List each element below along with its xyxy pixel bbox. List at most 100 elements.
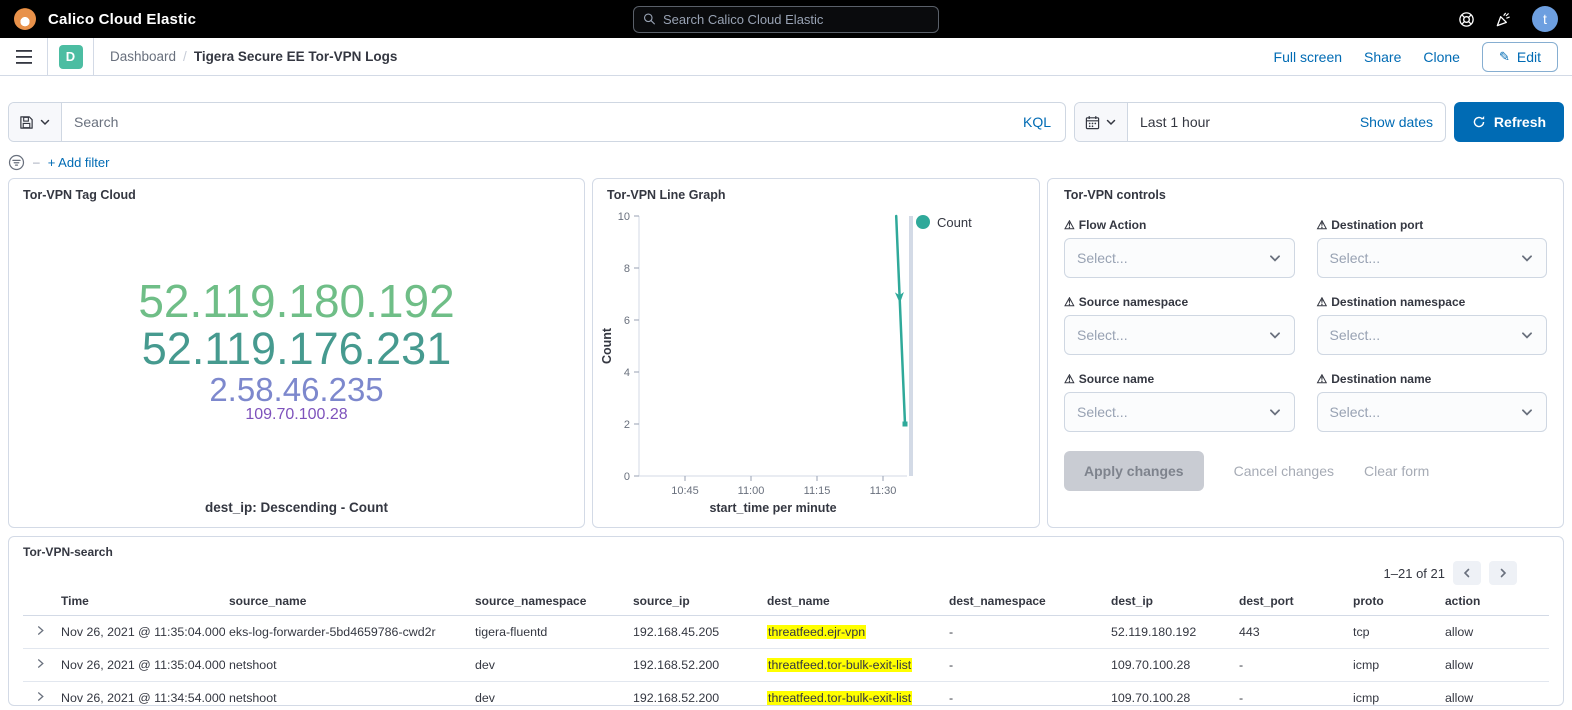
column-header: action	[1441, 589, 1549, 616]
line-graph-panel-title: Tor-VPN Line Graph	[593, 179, 1039, 202]
control-select[interactable]: Select...	[1064, 238, 1295, 278]
dashboard-badge[interactable]: D	[59, 45, 83, 69]
menu-toggle-button[interactable]	[0, 38, 48, 75]
tag-word[interactable]: 52.119.180.192	[138, 278, 454, 326]
warning-icon: ⚠	[1317, 295, 1328, 309]
clear-form-button[interactable]: Clear form	[1364, 463, 1429, 479]
saved-query-menu-button[interactable]	[9, 103, 62, 141]
expand-row-button[interactable]	[23, 649, 57, 682]
control-field: ⚠Flow Action Select...	[1064, 218, 1295, 278]
control-select[interactable]: Select...	[1064, 392, 1295, 432]
table-cell: dev	[471, 682, 629, 707]
add-filter-link[interactable]: + Add filter	[48, 155, 110, 170]
expand-row-button[interactable]	[23, 616, 57, 649]
top-header: Calico Cloud Elastic t	[0, 0, 1572, 38]
table-row: Nov 26, 2021 @ 11:35:04.000netshootdev19…	[23, 649, 1549, 682]
tag-word[interactable]: 109.70.100.28	[245, 407, 347, 424]
table-cell: -	[945, 649, 1107, 682]
clone-link[interactable]: Clone	[1423, 49, 1460, 65]
control-select[interactable]: Select...	[1317, 315, 1548, 355]
warning-icon: ⚠	[1064, 372, 1075, 386]
calico-logo	[14, 8, 36, 30]
control-field: ⚠Source nameSelect...	[1064, 372, 1295, 432]
column-header: dest_port	[1235, 589, 1349, 616]
control-field: ⚠Destination nameSelect...	[1317, 372, 1548, 432]
tag-cloud-panel-title: Tor-VPN Tag Cloud	[9, 179, 584, 202]
global-search-input[interactable]	[663, 12, 929, 27]
svg-text:11:00: 11:00	[738, 485, 765, 497]
show-dates-link[interactable]: Show dates	[1348, 114, 1445, 130]
search-icon	[643, 12, 656, 26]
help-button[interactable]	[1458, 11, 1475, 28]
next-page-button[interactable]	[1489, 561, 1517, 585]
date-quick-menu-button[interactable]	[1075, 103, 1128, 141]
control-field-label: ⚠Flow Action	[1064, 218, 1295, 232]
controls-grid: ⚠Flow ActionSelect...⚠Destination portSe…	[1064, 218, 1547, 432]
control-field: ⚠Destination namespaceSelect...	[1317, 295, 1548, 355]
edit-button[interactable]: ✎ Edit	[1482, 42, 1558, 72]
svg-text:4: 4	[624, 367, 630, 379]
tag-word[interactable]: 2.58.46.235	[209, 373, 383, 407]
cancel-changes-button[interactable]: Cancel changes	[1234, 463, 1334, 479]
column-header: dest_namespace	[945, 589, 1107, 616]
table-cell: 443	[1235, 616, 1349, 649]
line-graph-panel: Tor-VPN Line Graph 024681010:4511:0011:1…	[592, 178, 1040, 528]
warning-icon: ⚠	[1317, 372, 1328, 386]
table-cell: netshoot	[225, 682, 471, 707]
svg-text:10:45: 10:45	[671, 485, 699, 497]
breadcrumb-separator: /	[183, 49, 187, 64]
svg-text:11:30: 11:30	[870, 485, 897, 497]
chevron-down-icon	[1268, 328, 1282, 342]
full-screen-link[interactable]: Full screen	[1274, 49, 1342, 65]
svg-text:6: 6	[624, 315, 630, 327]
share-link[interactable]: Share	[1364, 49, 1401, 65]
control-select[interactable]: Select...	[1064, 315, 1295, 355]
pagination-label: 1–21 of 21	[1384, 566, 1445, 581]
breadcrumb-dashboard-link[interactable]: Dashboard	[110, 49, 176, 64]
pencil-icon: ✎	[1499, 49, 1510, 65]
query-bar-area: KQL Last 1 hour Show dates Refresh – + A…	[0, 76, 1572, 173]
date-picker: Last 1 hour Show dates	[1074, 102, 1446, 142]
prev-page-button[interactable]	[1453, 561, 1481, 585]
newsfeed-button[interactable]	[1495, 11, 1512, 28]
column-header: source_name	[225, 589, 471, 616]
control-select[interactable]: Select...	[1317, 392, 1548, 432]
query-language-button[interactable]: KQL	[1009, 114, 1065, 130]
highlighted-value: threatfeed.ejr-vpn	[767, 625, 866, 639]
chevron-left-icon	[1461, 567, 1473, 579]
refresh-icon	[1472, 115, 1486, 129]
legend-item-count[interactable]: Count	[916, 215, 972, 230]
chevron-down-icon	[1268, 405, 1282, 419]
chevron-down-icon	[1520, 405, 1534, 419]
chevron-down-icon	[39, 116, 51, 128]
column-header: Time	[57, 589, 225, 616]
time-range-value[interactable]: Last 1 hour	[1128, 114, 1222, 130]
table-cell: -	[1235, 649, 1349, 682]
table-cell: icmp	[1349, 682, 1441, 707]
tag-word[interactable]: 52.119.176.231	[142, 326, 451, 373]
chevron-right-icon	[35, 691, 46, 702]
global-search-box[interactable]	[633, 6, 939, 33]
control-select[interactable]: Select...	[1317, 238, 1548, 278]
control-field-label: ⚠Source namespace	[1064, 295, 1295, 309]
svg-text:start_time per minute: start_time per minute	[709, 501, 836, 515]
tag-cloud-caption: dest_ip: Descending - Count	[9, 500, 584, 527]
table-cell: 109.70.100.28	[1107, 649, 1235, 682]
expand-row-button[interactable]	[23, 682, 57, 707]
refresh-button[interactable]: Refresh	[1454, 102, 1564, 142]
query-search-input[interactable]	[62, 114, 1009, 130]
help-icon	[1458, 11, 1475, 28]
control-field: ⚠Source namespace Select...	[1064, 295, 1295, 355]
warning-icon: ⚠	[1317, 218, 1328, 232]
table-cell: 192.168.45.205	[629, 616, 763, 649]
apply-changes-button[interactable]: Apply changes	[1064, 451, 1204, 491]
filter-menu-icon[interactable]	[8, 154, 25, 171]
table-cell: dev	[471, 649, 629, 682]
user-avatar[interactable]: t	[1532, 6, 1558, 32]
table-cell: tigera-fluentd	[471, 616, 629, 649]
svg-text:Count: Count	[601, 327, 614, 364]
chevron-down-icon	[1105, 116, 1117, 128]
svg-text:2: 2	[624, 419, 630, 431]
hamburger-icon	[16, 50, 32, 64]
table-cell: eks-log-forwarder-5bd4659786-cwd2r	[225, 616, 471, 649]
